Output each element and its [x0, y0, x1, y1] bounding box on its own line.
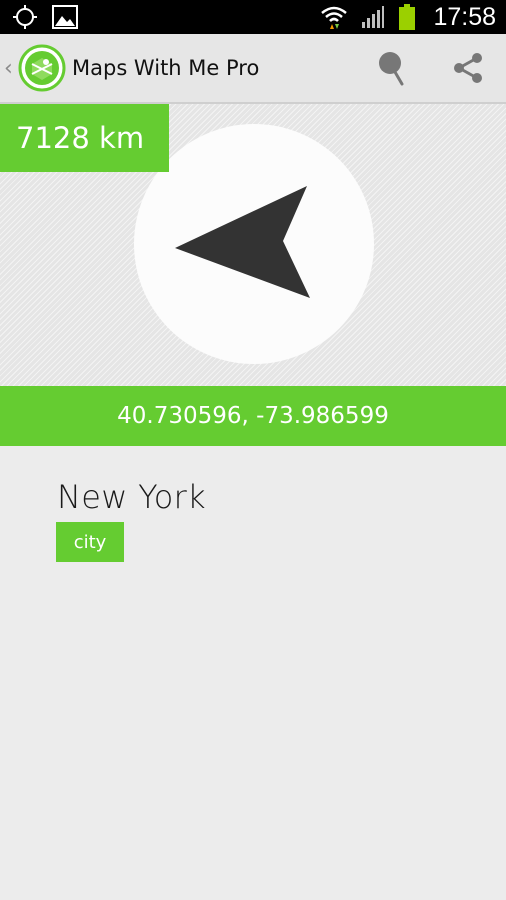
direction-arrow-icon — [175, 186, 310, 298]
place-type-badge: city — [56, 522, 124, 562]
up-caret-icon[interactable]: ‹ — [4, 56, 16, 81]
gps-icon — [13, 5, 37, 29]
status-left — [12, 4, 78, 30]
distance-badge: 7128 km — [0, 104, 169, 172]
battery-icon — [399, 4, 416, 30]
compass-area: 7128 km — [0, 104, 506, 386]
compass-circle — [134, 124, 374, 364]
place-name: New York — [57, 478, 206, 516]
status-bar: 17:58 — [0, 0, 506, 34]
status-right: 17:58 — [321, 3, 496, 32]
app-logo[interactable] — [18, 44, 66, 92]
status-time: 17:58 — [433, 2, 496, 31]
wifi-icon — [321, 6, 348, 29]
coordinates-bar[interactable]: 40.730596, -73.986599 — [0, 386, 506, 446]
app-title: Maps With Me Pro — [72, 56, 260, 80]
share-icon — [454, 53, 482, 83]
signal-icon — [362, 6, 385, 28]
pin-button[interactable] — [354, 33, 430, 103]
pin-icon — [379, 52, 404, 86]
gallery-icon — [52, 5, 78, 29]
action-bar: ‹ Maps With Me Pro — [0, 34, 506, 104]
share-button[interactable] — [430, 33, 506, 103]
